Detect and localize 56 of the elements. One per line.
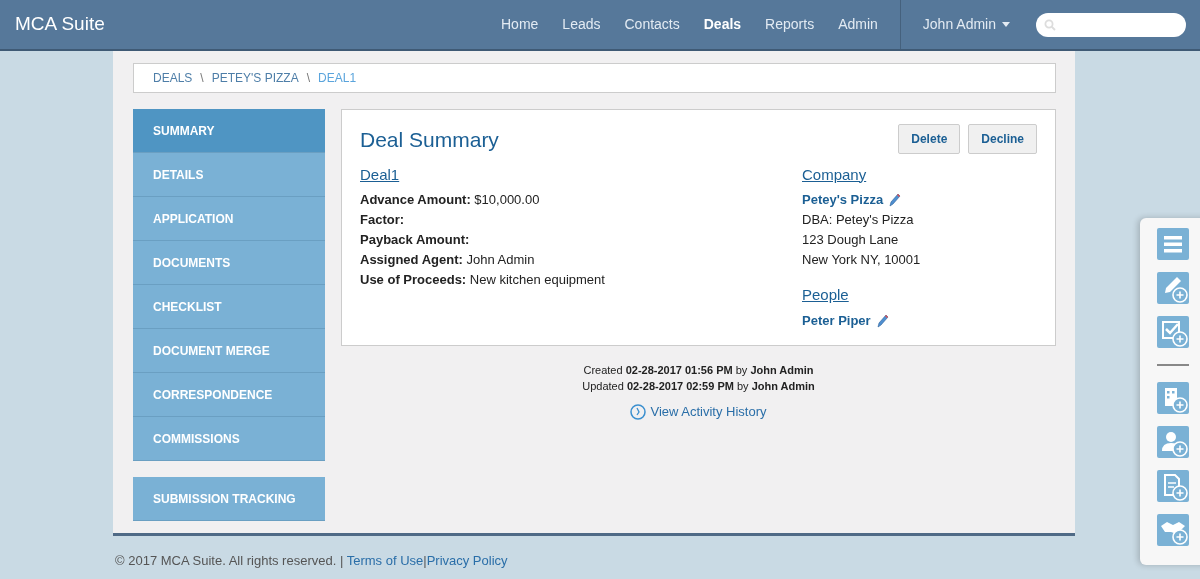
card-title: Deal Summary (360, 127, 499, 153)
nav-link[interactable]: Deals (691, 14, 754, 35)
footer-link[interactable]: Terms of Use (346, 553, 424, 568)
search-field[interactable] (1036, 12, 1186, 37)
sidebar-item[interactable]: APPLICATION (133, 197, 325, 241)
nav-link[interactable]: Home (489, 14, 551, 35)
sidebar-item[interactable]: CORRESPONDENCE (133, 373, 325, 417)
sidebar-item[interactable]: DOCUMENTS (133, 241, 325, 285)
activity-history-link[interactable]: View Activity History (630, 402, 767, 422)
field-line: Factor: (360, 211, 406, 229)
company-heading[interactable]: Company (802, 163, 867, 186)
pencil-icon[interactable] (889, 193, 902, 207)
field-line: Payback Amount: (360, 231, 471, 249)
deal-heading[interactable]: Deal1 (360, 163, 400, 186)
nav-link[interactable]: Reports (753, 14, 827, 35)
address-line: New York NY, 10001 (802, 251, 921, 269)
user-menu[interactable]: John Admin (899, 0, 1036, 49)
caret-icon (1002, 22, 1010, 27)
person-add-icon[interactable] (1157, 426, 1189, 458)
company-name-link[interactable]: Petey's Pizza (802, 190, 884, 210)
sidebar-item[interactable]: COMMISSIONS (133, 417, 325, 461)
nav-link[interactable]: Contacts (612, 14, 692, 35)
sidebar-item[interactable]: SUBMISSION TRACKING (133, 477, 325, 521)
sidebar-item[interactable]: DETAILS (133, 153, 325, 197)
document-add-icon[interactable] (1157, 470, 1189, 502)
nav-link[interactable]: Admin (826, 14, 890, 35)
person-link[interactable]: Peter Piper (802, 310, 871, 331)
search-icon (1044, 18, 1056, 31)
breadcrumb-link[interactable]: PETEY'S PIZZA (211, 69, 299, 87)
link-separator: | (423, 553, 427, 568)
breadcrumb-link[interactable]: DEALS (153, 69, 193, 87)
breadcrumb-separator: \ (200, 70, 204, 87)
action-button[interactable]: Decline (968, 124, 1037, 154)
action-button[interactable]: Delete (898, 124, 961, 154)
sidebar-item[interactable]: DOCUMENT MERGE (133, 329, 325, 373)
people-heading[interactable]: People (802, 284, 849, 307)
breadcrumb-link[interactable]: DEAL1 (318, 69, 357, 87)
pencil-add-icon[interactable] (1157, 272, 1189, 304)
brand-name[interactable]: MCA Suite (0, 10, 489, 39)
building-add-icon[interactable] (1157, 382, 1189, 414)
address-line: DBA: Petey's Pizza (802, 211, 915, 229)
sidebar-item[interactable]: SUMMARY (133, 109, 325, 153)
checkbox-add-icon[interactable] (1157, 316, 1189, 348)
field-line: Use of Proceeds: New kitchen equipment (360, 271, 606, 289)
pencil-icon[interactable] (876, 313, 889, 328)
nav-link[interactable]: Leads (550, 14, 613, 35)
field-line: Assigned Agent: John Admin (360, 251, 536, 269)
field-line: Advance Amount: $10,000.00 (360, 191, 541, 209)
audit-line: Updated 02-28-2017 02:59 PM by John Admin (581, 379, 816, 394)
breadcrumb-separator: \ (306, 70, 311, 87)
address-line: 123 Dough Lane (802, 231, 900, 249)
copyright-text: © 2017 MCA Suite. All rights reserved. | (115, 553, 345, 568)
footer-link[interactable]: Privacy Policy (426, 553, 508, 568)
audit-line: Created 02-28-2017 01:56 PM by John Admin (582, 363, 815, 378)
sidebar-item[interactable]: CHECKLIST (133, 285, 325, 329)
menu-icon[interactable] (1157, 228, 1189, 260)
